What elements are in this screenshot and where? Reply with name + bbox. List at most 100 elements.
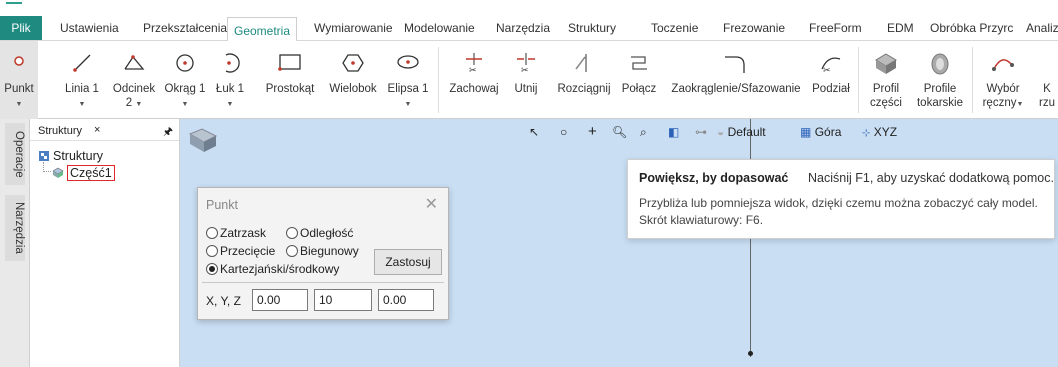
dropdown-arrow-icon: ▼: [135, 101, 143, 108]
point-button[interactable]: Punkt ▼: [0, 41, 38, 119]
tab-tools-side[interactable]: Narzędzia: [5, 195, 25, 261]
manual-select-button[interactable]: Wybór ręczny▼: [978, 41, 1028, 119]
tree-item-part[interactable]: Część1: [52, 165, 115, 181]
tooltip-body: Przybliża lub pomniejsza widok, dzięki c…: [639, 195, 1038, 229]
circle-icon: [176, 54, 194, 72]
part-profile-button[interactable]: Profil części: [864, 41, 908, 119]
extend-button[interactable]: Rozciągnij: [554, 41, 614, 119]
tab-dimensioning[interactable]: Wymiarowanie: [314, 15, 393, 41]
rectangle-label: Prostokąt: [265, 83, 315, 95]
tab-freeform[interactable]: FreeForm: [809, 15, 862, 41]
radio-polar-circle: [286, 245, 298, 257]
tab-geometry[interactable]: Geometria: [227, 17, 298, 42]
title-strip: [0, 0, 1058, 8]
tab-tools[interactable]: Narzędzia: [496, 15, 550, 41]
tab-processing[interactable]: Obróbka Przyrc: [930, 15, 1013, 41]
radio-polar[interactable]: Biegunowy: [286, 244, 359, 258]
fillet-button[interactable]: Zaokrąglenie/Sfazowanie: [668, 41, 804, 119]
rectangle-icon: [278, 54, 301, 71]
segment-icon: [124, 55, 145, 70]
zoom-icon[interactable]: 🔍︎: [612, 122, 627, 142]
split-label: Podział: [812, 83, 850, 95]
radio-distance[interactable]: Odległość: [286, 226, 353, 240]
arc-button[interactable]: Łuk 1 ▼: [212, 41, 248, 119]
trim-button[interactable]: ✂ Utnij: [508, 41, 544, 119]
line-icon: [73, 54, 91, 72]
structure-icon: [39, 151, 49, 161]
turn-profile-label-2: tokarskie: [916, 97, 964, 109]
line-label: Linia 1: [65, 83, 99, 95]
more-button[interactable]: Krzu: [1036, 41, 1058, 119]
split-icon: ✂: [821, 57, 841, 75]
tab-modeling[interactable]: Modelowanie: [404, 15, 475, 41]
trim-label: Utnij: [514, 83, 538, 95]
radio-intersection[interactable]: Przecięcie: [206, 244, 275, 258]
turn-profile-button[interactable]: Profile tokarskie: [914, 41, 966, 119]
rotate-icon[interactable]: ○: [560, 122, 567, 142]
split-button[interactable]: ✂ Podział: [808, 41, 854, 119]
tab-settings[interactable]: Ustawienia: [60, 15, 119, 41]
tab-milling[interactable]: Frezowanie: [723, 15, 785, 41]
radio-snap-label: Zatrzask: [220, 226, 267, 240]
side-tab-strip: Operacje Narzędzia: [0, 119, 30, 367]
segment-button[interactable]: Odcinek 2 ▼: [110, 41, 158, 119]
ribbon-separator: [858, 47, 859, 113]
cube-view-icon[interactable]: ◧: [668, 122, 679, 142]
join-label: Połącz: [621, 83, 657, 95]
line-button[interactable]: Linia 1 ▼: [62, 41, 102, 119]
more-label-2: rzu: [1039, 97, 1055, 109]
view-cube-icon[interactable]: [186, 126, 222, 154]
tab-operations[interactable]: Operacje: [5, 123, 25, 185]
radio-cartesian-label: Kartezjański/środkowy: [220, 262, 340, 276]
keep-button[interactable]: ✂ Zachowaj: [448, 41, 500, 119]
ellipse-label: Elipsa 1: [387, 83, 429, 95]
top-view-button[interactable]: ▦ Góra: [800, 122, 841, 142]
x-field[interactable]: 0.00: [252, 289, 308, 311]
apply-button[interactable]: Zastosuj: [374, 249, 442, 275]
tree-root[interactable]: Struktury: [38, 149, 103, 163]
join-icon: [631, 56, 647, 70]
y-field[interactable]: 10: [314, 289, 372, 311]
pin-icon[interactable]: 🖈: [163, 123, 173, 142]
tab-turning[interactable]: Toczenie: [651, 15, 698, 41]
more-label-1: K: [1043, 83, 1051, 95]
dialog-title: Punkt: [206, 198, 238, 212]
tooltip-line-2: Skrót klawiaturowy: F6.: [639, 213, 764, 227]
rectangle-button[interactable]: Prostokąt: [262, 41, 318, 119]
turn-profile-icon: [931, 53, 949, 75]
tooltip-hint: Naciśnij F1, aby uzyskać dodatkową pomoc…: [808, 171, 1054, 185]
part-profile-label-1: Profil: [872, 83, 900, 95]
join-button[interactable]: Połącz: [618, 41, 660, 119]
circle-button[interactable]: Okrąg 1 ▼: [163, 41, 207, 119]
tab-analysis[interactable]: Analiz: [1026, 15, 1058, 41]
dialog-divider: [202, 282, 444, 283]
zoom-fit-icon[interactable]: ⌕: [640, 122, 647, 142]
tab-structures[interactable]: Struktury: [568, 15, 616, 41]
panel-header: Struktury × 🖈: [30, 119, 179, 141]
xyz-button[interactable]: ⊹ XYZ: [862, 122, 897, 142]
dropdown-arrow-icon: ▼: [181, 101, 189, 108]
visibility-icon[interactable]: ⊶: [695, 122, 707, 142]
pan-icon[interactable]: +: [588, 122, 597, 142]
ellipse-button[interactable]: Elipsa 1 ▼: [386, 41, 430, 119]
panel-close-icon[interactable]: ×: [94, 124, 100, 136]
select-cursor-icon[interactable]: ↖: [529, 122, 539, 142]
tab-transformations[interactable]: Przekształcenia: [143, 15, 227, 41]
tab-edm[interactable]: EDM: [887, 15, 914, 41]
radio-cartesian[interactable]: Kartezjański/środkowy: [206, 262, 339, 276]
z-field[interactable]: 0.00: [378, 289, 434, 311]
default-view-label: Default: [727, 125, 766, 139]
extend-icon: [575, 54, 587, 72]
polygon-button[interactable]: Wielobok: [325, 41, 381, 119]
fillet-icon: [725, 56, 745, 73]
default-view-button[interactable]: ◒ Default: [717, 122, 766, 142]
keep-trim-icon: ✂: [466, 53, 482, 75]
ribbon-tab-bar: Plik Ustawienia Przekształcenia Geometri…: [0, 8, 1058, 42]
trim-icon: ✂: [517, 53, 535, 75]
zoom-fit-tooltip: Powiększ, by dopasować Naciśnij F1, aby …: [627, 159, 1055, 239]
close-icon[interactable]: ✕: [425, 194, 438, 214]
radio-intersection-label: Przecięcie: [220, 244, 276, 258]
radio-snap[interactable]: Zatrzask: [206, 226, 266, 240]
tab-file[interactable]: Plik: [0, 16, 42, 40]
structures-panel: Struktury × 🖈 Struktury Część1: [30, 119, 180, 367]
